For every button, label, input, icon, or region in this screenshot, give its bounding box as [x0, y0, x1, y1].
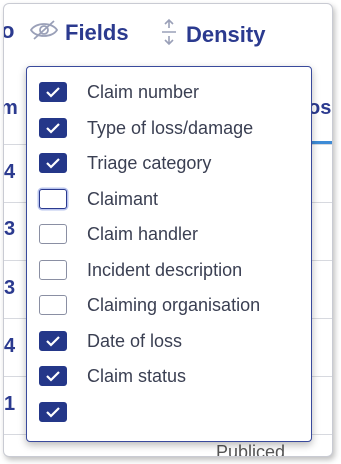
checkmark-icon — [46, 407, 60, 418]
row-divider — [4, 434, 26, 435]
table-cell-partial: 4 — [4, 161, 16, 183]
checkbox-unchecked[interactable] — [39, 260, 67, 280]
eye-off-icon — [29, 18, 59, 48]
density-label: Density — [186, 22, 266, 47]
grid-toolbar: o Fields Density — [4, 4, 332, 60]
column-option-claimant[interactable]: Claimant — [39, 184, 158, 214]
column-option-triage-category[interactable]: Triage category — [39, 148, 211, 178]
checkbox-checked[interactable] — [39, 118, 67, 138]
columns-menu: Claim number Type of loss/damage Triage … — [26, 66, 312, 442]
table-cell-partial-bottom: Publiced — [216, 442, 286, 457]
column-option-label: Claimant — [87, 188, 159, 209]
table-cell-partial: 4 — [4, 335, 16, 357]
column-option-claim-number[interactable]: Claim number — [39, 77, 199, 107]
checkbox-unchecked[interactable] — [39, 295, 67, 315]
fields-label: Fields — [65, 20, 129, 45]
column-option-claiming-organisation[interactable]: Claiming organisation — [39, 290, 260, 320]
density-icon — [158, 18, 180, 52]
column-option-date-of-loss[interactable]: Date of loss — [39, 326, 182, 356]
column-option-claim-handler[interactable]: Claim handler — [39, 219, 198, 249]
checkbox-checked[interactable] — [39, 153, 67, 173]
checkmark-icon — [46, 371, 60, 382]
toolbar-partial-text[interactable]: o — [4, 18, 14, 44]
column-option-label: Claim handler — [87, 223, 199, 244]
column-option-label: Type of loss/damage — [87, 117, 254, 138]
column-option-incident-description[interactable]: Incident description — [39, 255, 242, 285]
row-divider — [4, 376, 26, 377]
column-option-label: Claim number — [87, 81, 200, 102]
table-cell-partial: 3 — [4, 218, 16, 240]
checkmark-icon — [46, 87, 60, 98]
column-option-claim-status[interactable]: Claim status — [39, 361, 186, 391]
table-cell-partial: 3 — [4, 277, 16, 299]
row-divider — [4, 202, 26, 203]
checkbox-checked[interactable] — [39, 366, 67, 386]
column-option-unlabeled[interactable] — [39, 397, 87, 427]
column-option-label: Incident description — [87, 259, 243, 280]
column-option-label: Claim status — [87, 365, 187, 386]
column-option-label: Triage category — [87, 152, 212, 173]
row-divider — [4, 318, 26, 319]
column-option-type-of-loss[interactable]: Type of loss/damage — [39, 113, 253, 143]
column-option-label: Claiming organisation — [87, 294, 261, 315]
column-header-partial[interactable]: m — [4, 97, 18, 120]
row-divider — [4, 144, 26, 145]
row-divider — [4, 260, 26, 261]
checkbox-checked[interactable] — [39, 82, 67, 102]
checkmark-icon — [46, 336, 60, 347]
checkbox-unchecked[interactable] — [39, 189, 67, 209]
checkmark-icon — [46, 158, 60, 169]
table-cell-partial: 1 — [4, 393, 16, 415]
checkbox-checked[interactable] — [39, 331, 67, 351]
window-frame: o Fields Density m os — [3, 3, 333, 457]
column-option-label: Date of loss — [87, 330, 183, 351]
checkmark-icon — [46, 123, 60, 134]
fields-button[interactable]: Fields — [29, 18, 129, 48]
checkbox-checked[interactable] — [39, 402, 67, 422]
density-button[interactable]: Density — [158, 18, 265, 52]
checkbox-unchecked[interactable] — [39, 224, 67, 244]
